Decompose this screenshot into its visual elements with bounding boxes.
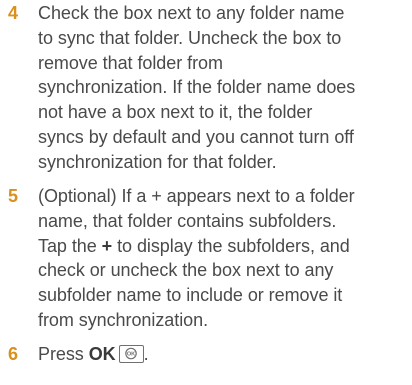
step-line: from synchronization. xyxy=(38,309,209,330)
ok-key-icon: OK xyxy=(118,345,144,363)
step-line: name, that folder contains subfolders. xyxy=(38,210,337,231)
step-text-fragment: . xyxy=(143,344,149,364)
step-number: 4 xyxy=(8,3,19,23)
svg-text:OK: OK xyxy=(126,352,134,358)
plus-symbol: + xyxy=(101,235,113,256)
step-line: syncs by default and you cannot turn off xyxy=(38,126,354,147)
step-text-fragment: to display the subfolders, and xyxy=(112,235,350,256)
step-number: 5 xyxy=(8,186,19,206)
step-line: synchronization. If the folder name does xyxy=(38,77,356,98)
step-number: 6 xyxy=(8,344,19,364)
step-line: Tap the + to display the subfolders, and xyxy=(38,234,412,259)
step-line: Check the box next to any folder name xyxy=(38,3,345,23)
step-text: Press OK OK. xyxy=(38,342,412,367)
step-text: Check the box next to any folder name to… xyxy=(38,1,412,175)
step-text-fragment: Press xyxy=(38,344,89,364)
ok-label: OK xyxy=(88,344,116,364)
step-line: Press OK OK. xyxy=(38,342,412,367)
step-line: synchronization for that folder. xyxy=(38,151,277,172)
step-text-fragment: Tap the xyxy=(38,235,102,256)
step-line: subfolder name to include or remove it xyxy=(38,285,343,306)
step-line: to sync that folder. Uncheck the box to xyxy=(38,27,342,48)
step-line: (Optional) If a + appears next to a fold… xyxy=(38,186,355,206)
step-line: not have a box next to it, the folder xyxy=(38,102,313,123)
step-line: remove that folder from xyxy=(38,52,223,73)
step-line: check or uncheck the box next to any xyxy=(38,260,334,281)
step-text: (Optional) If a + appears next to a fold… xyxy=(38,184,412,333)
